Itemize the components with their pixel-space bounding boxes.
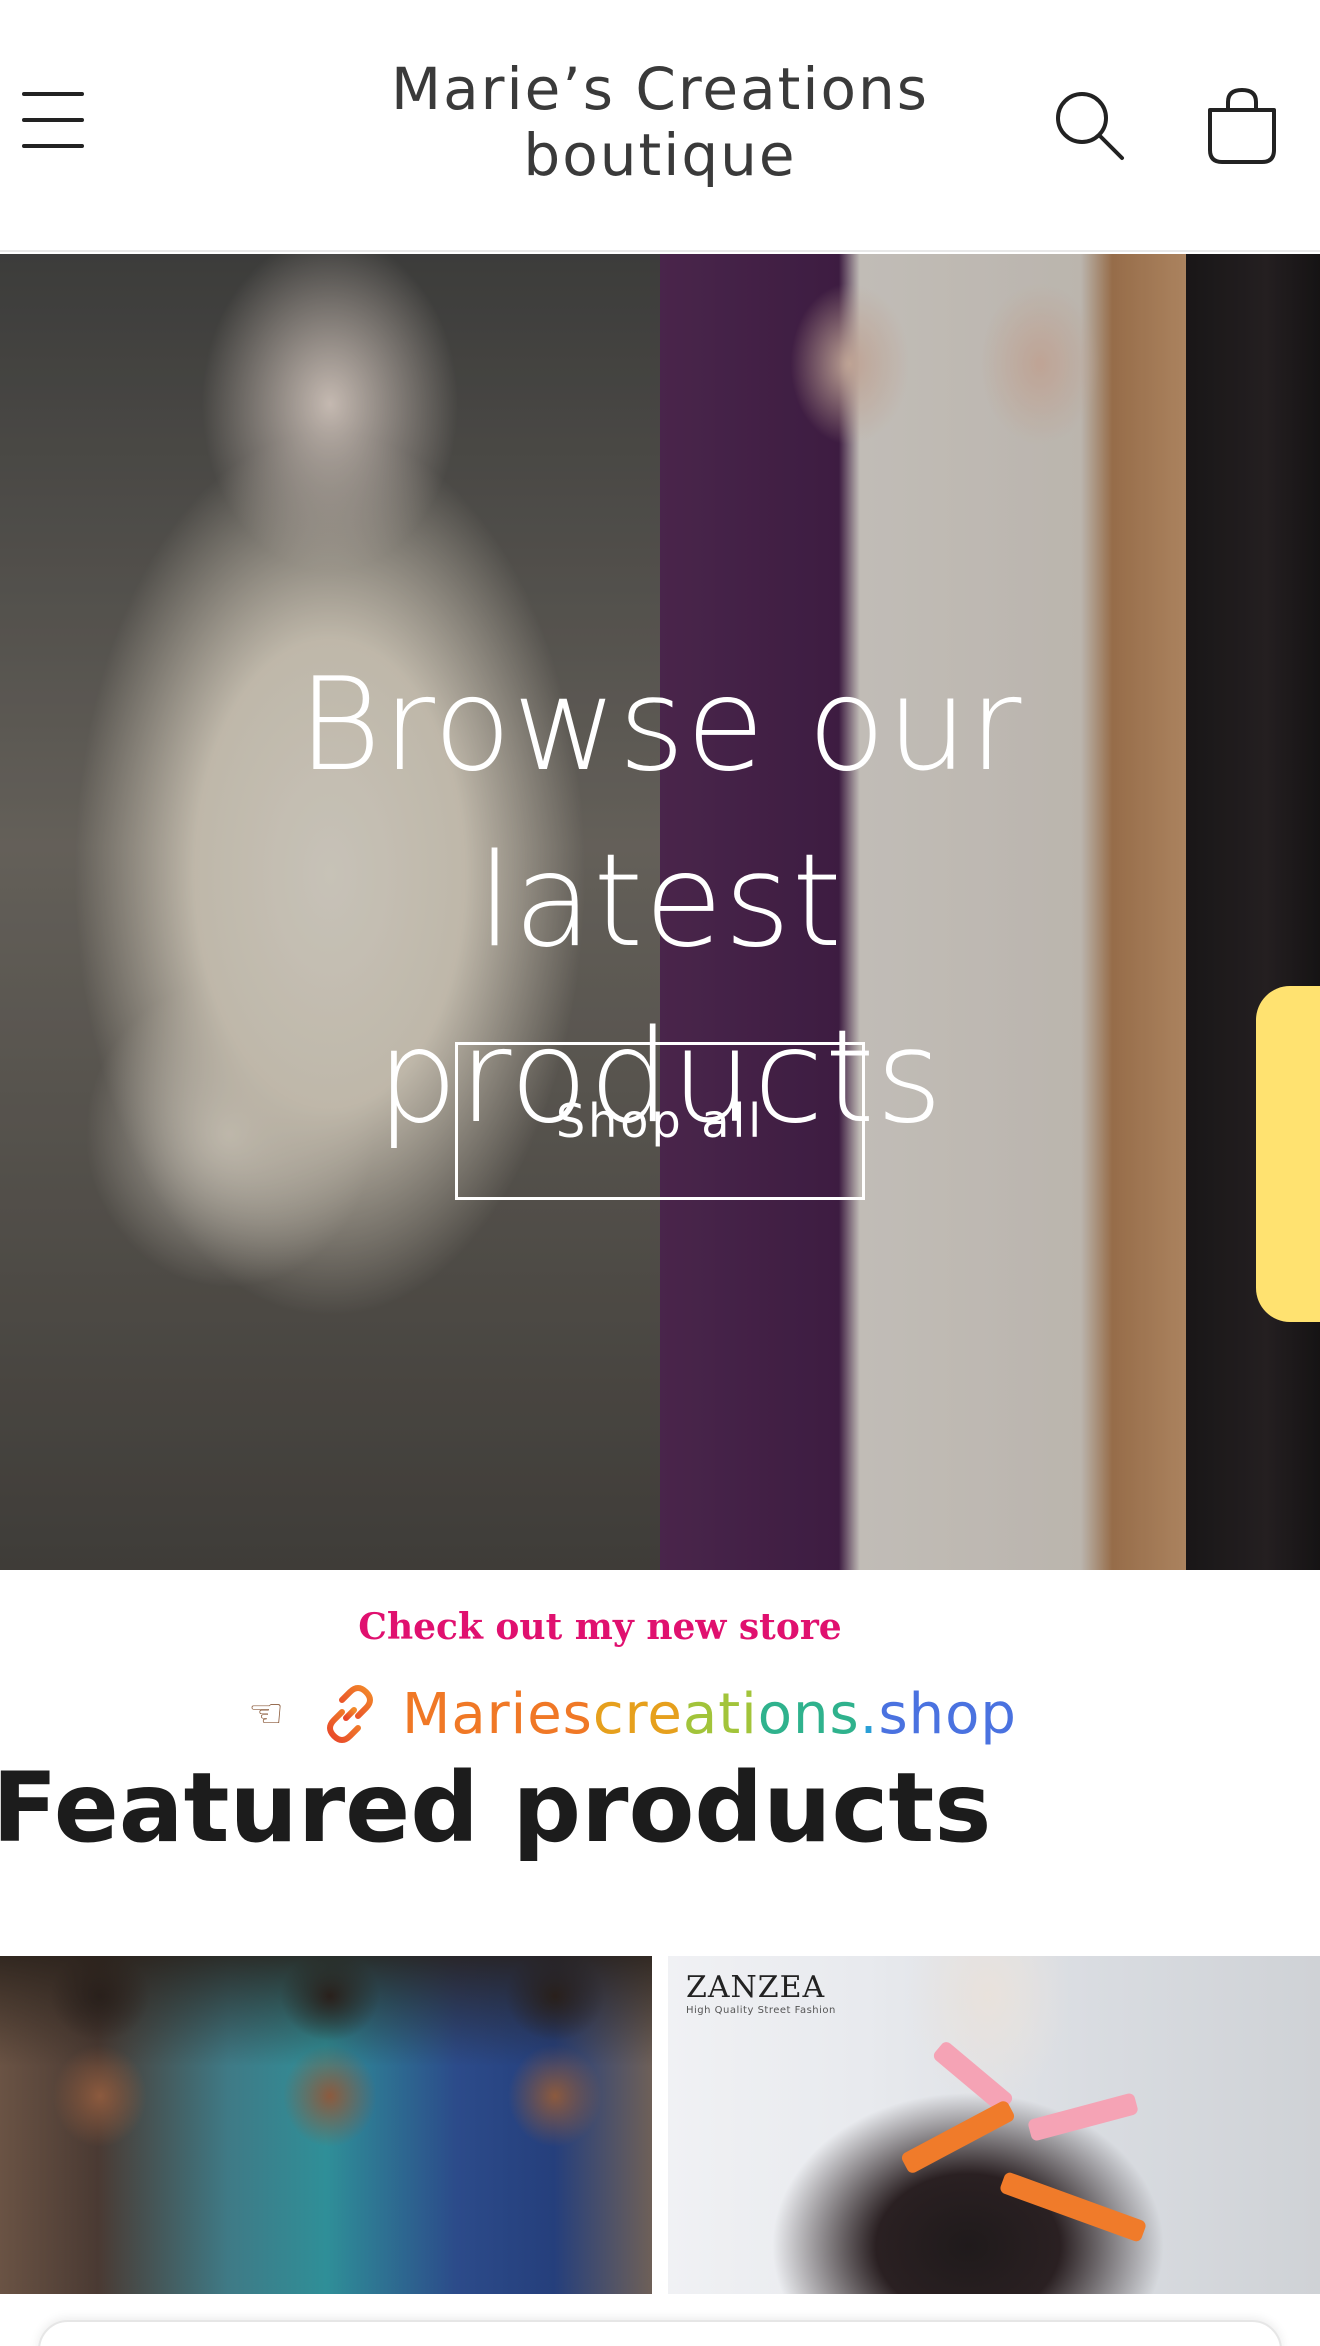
store-link[interactable]: ☞ Mariescreations.shop bbox=[228, 1676, 1017, 1752]
brand-line-2: boutique bbox=[523, 121, 797, 189]
hero-banner: Browse our latest products Shop all bbox=[0, 254, 1320, 1570]
search-icon[interactable] bbox=[1050, 86, 1130, 166]
store-link-text[interactable]: Mariescreations.shop bbox=[402, 1682, 1017, 1747]
link-icon bbox=[327, 1685, 373, 1743]
product-card-2[interactable]: ZANZEA High Quality Street Fashion bbox=[668, 1956, 1320, 2294]
pointing-hand-icon: ☞ bbox=[248, 1691, 284, 1737]
featured-products-heading: Featured products bbox=[0, 1752, 992, 1864]
promo-headline: Check out my new store bbox=[358, 1606, 842, 1648]
side-reviews-tab[interactable] bbox=[1256, 986, 1320, 1322]
store-logo[interactable]: Marie’s Creations boutique bbox=[330, 56, 990, 188]
product-brand-logo: ZANZEA High Quality Street Fashion bbox=[686, 1970, 836, 2016]
bottom-popup-bar[interactable] bbox=[38, 2320, 1282, 2346]
brand-line-1: Marie’s Creations bbox=[391, 55, 929, 123]
site-header: Marie’s Creations boutique bbox=[0, 0, 1320, 252]
shop-all-button[interactable]: Shop all bbox=[455, 1042, 865, 1200]
menu-icon[interactable] bbox=[18, 88, 88, 152]
hero-title-line-1: Browse our latest bbox=[297, 651, 1023, 976]
product-grid: ZANZEA High Quality Street Fashion bbox=[0, 1956, 1320, 2296]
cart-icon[interactable] bbox=[1200, 84, 1284, 168]
product-card-1[interactable] bbox=[0, 1956, 652, 2294]
